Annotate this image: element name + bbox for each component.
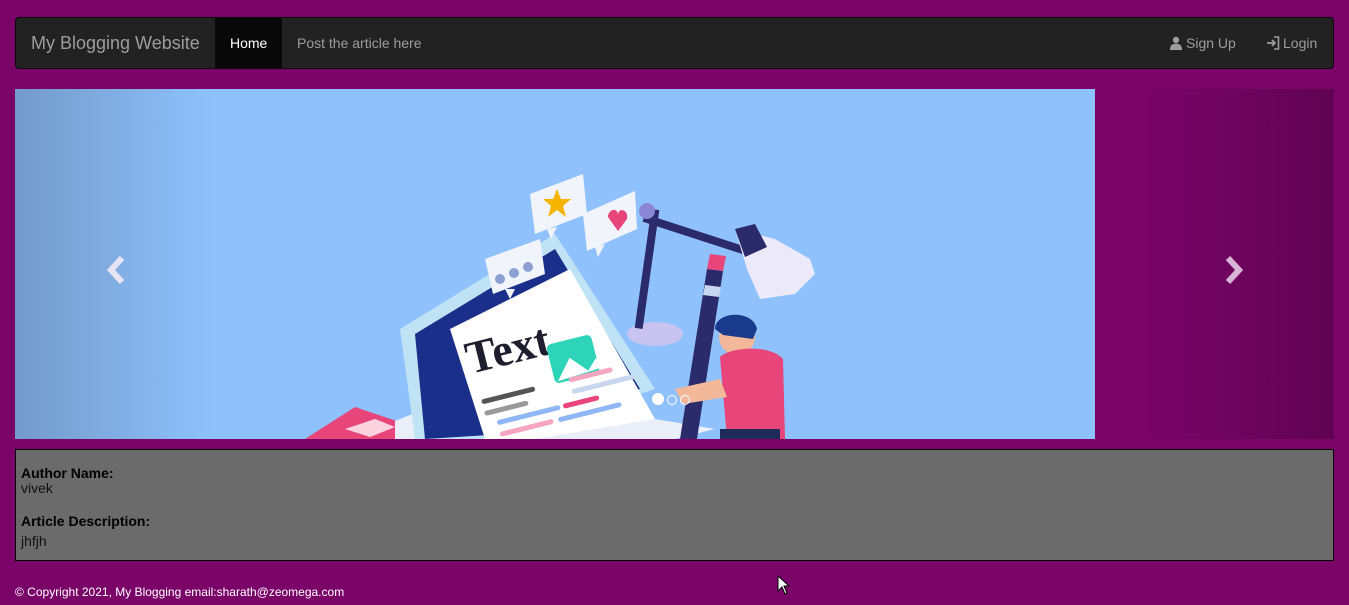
article-panel: Author Name: vivek Article Description: … [15, 449, 1334, 561]
carousel-indicator-2[interactable] [667, 395, 677, 405]
login-label: Login [1283, 35, 1318, 51]
nav-login[interactable]: Login [1251, 18, 1332, 68]
chevron-left-icon[interactable] [107, 255, 127, 285]
carousel-indicator-3[interactable] [680, 395, 690, 405]
user-icon [1170, 36, 1182, 50]
nav-post-article[interactable]: Post the article here [282, 18, 437, 68]
signup-label: Sign Up [1186, 35, 1236, 51]
mouse-cursor-icon [777, 575, 791, 595]
nav-signup[interactable]: Sign Up [1154, 18, 1251, 68]
description-value: jhfjh [21, 533, 47, 549]
chevron-right-icon[interactable] [1223, 255, 1243, 285]
nav-home[interactable]: Home [215, 18, 282, 68]
author-value: vivek [21, 480, 53, 496]
navbar: My Blogging Website Home Post the articl… [15, 17, 1334, 69]
description-label: Article Description: [21, 513, 151, 529]
footer-copyright: © Copyright 2021, My Blogging email:shar… [15, 585, 345, 599]
carousel: Text [15, 89, 1334, 439]
carousel-indicator-1[interactable] [652, 393, 664, 405]
brand-link[interactable]: My Blogging Website [31, 18, 200, 68]
login-icon [1267, 36, 1280, 50]
author-label: Author Name: [21, 465, 114, 481]
carousel-indicators [652, 392, 693, 405]
